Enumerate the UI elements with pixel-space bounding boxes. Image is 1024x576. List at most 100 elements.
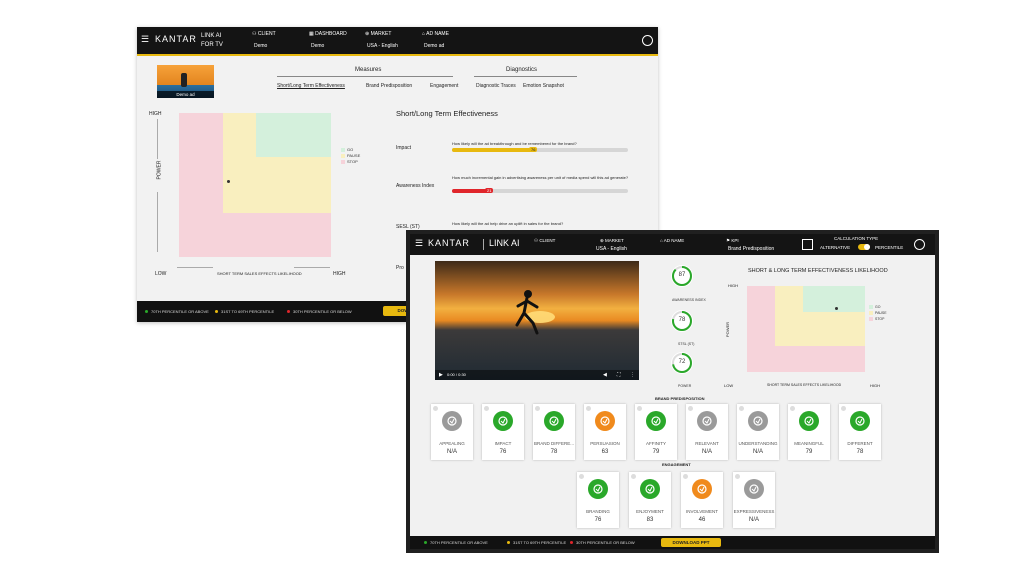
metric-awareness-value: 21 [485,188,494,193]
calculator-icon[interactable] [802,239,813,250]
brand-logo: KANTAR [155,34,197,44]
thumbnail-caption: Demo ad [157,91,214,98]
metric-card-impact[interactable]: IMPACT 76 [482,404,524,460]
metric-card-different[interactable]: DIFFERENT 78 [839,404,881,460]
more-options-icon[interactable] [642,35,653,46]
front-market-value: USA - English [596,246,627,252]
metric-card-relevant[interactable]: RELEVANT N/A [686,404,728,460]
green-dot [424,541,427,545]
info-icon[interactable] [637,406,642,411]
metric-card-label: UNDERSTANDING [738,441,778,446]
metric-sesl-question: How likely will the ad help drive an upl… [452,221,564,226]
download-ppt-button[interactable]: DOWNLOAD PPT [661,538,721,547]
tag-icon: ⌂ [660,238,663,243]
client-value: Demo [254,43,268,49]
fullscreen-icon[interactable]: ⛶ [617,372,621,378]
dashboard-field[interactable]: ▦ DASHBOARD [309,31,347,38]
front-menu-icon[interactable]: ☰ [415,239,423,248]
metric-card-meaningful[interactable]: MEANINGFUL 79 [788,404,830,460]
gauge-awareness-value: 87 [678,272,686,278]
calc-type-toggle[interactable] [858,244,870,250]
globe-icon: ⊕ [365,31,370,37]
metric-card-brand-differe[interactable]: BRAND DIFFERE... 78 [533,404,575,460]
metric-impact-value: 76 [529,147,538,152]
info-icon[interactable] [433,406,438,411]
metric-card-enjoyment[interactable]: ENJOYMENT 83 [629,472,671,528]
metric-card-value: 78 [856,449,864,455]
metric-card-value: 76 [499,449,507,455]
legend-go-swatch [341,147,345,152]
dashboard-value: Demo [311,43,325,49]
info-icon[interactable] [631,474,636,479]
involvement-icon-glyph [697,484,707,494]
x-axis-line-right [294,267,330,268]
affinity-icon-glyph [651,416,661,426]
info-icon[interactable] [484,406,489,411]
metric-card-label: PERSUASION [590,441,620,446]
toggle-knob [864,244,870,250]
expressiveness-icon [744,479,764,499]
tab-diagnostic-traces[interactable]: Diagnostic Traces [476,83,516,89]
info-icon[interactable] [586,406,591,411]
front-market-field[interactable]: ⊕ MARKET [600,237,624,244]
x-axis-title: SHORT TERM SALES EFFECTS LIKELIHOOD [217,271,302,276]
header-separator [483,239,484,250]
legend-pause-swatch [341,153,345,158]
ad-thumbnail[interactable]: Demo ad [157,65,214,98]
front-x-axis-title: SHORT TERM SALES EFFECTS LIKELIHOOD [767,383,842,387]
metric-card-understanding[interactable]: UNDERSTANDING N/A [737,404,779,460]
front-legend-stop: STOP [869,317,884,322]
info-icon[interactable] [688,406,693,411]
go-zone [256,113,331,157]
metric-card-involvement[interactable]: INVOLVEMENT 46 [681,472,723,528]
info-icon[interactable] [841,406,846,411]
front-legend-pause: PAUSE [869,311,887,316]
menu-icon[interactable]: ☰ [141,35,149,44]
market-field[interactable]: ⊕ MARKET [365,31,391,38]
gauge-power-value: 72 [678,359,686,365]
metric-card-value: 79 [805,449,813,455]
legend-pause-swatch [869,311,873,316]
tab-emotion-snapshot[interactable]: Emotion Snapshot [523,83,564,89]
front-more-options-icon[interactable] [914,239,925,250]
metric-card-label: EXPRESSIVENESS [733,509,775,514]
metric-card-expressiveness[interactable]: EXPRESSIVENESS N/A [733,472,775,528]
front-ad-name-label: AD NAME [663,238,685,243]
person-icon: ⚇ [534,238,539,243]
app-name-line1: LINK AI [201,33,222,39]
front-ad-name-field[interactable]: ⌂ AD NAME [660,237,684,244]
play-icon[interactable]: ▶ [439,372,443,378]
grid-icon: ▦ [309,31,314,37]
kpi-icon: ⚑ [726,238,731,243]
video-player[interactable]: ▶ 0:00 / 0:30 ◀ ⛶ ⋮ [435,261,639,380]
info-icon[interactable] [790,406,795,411]
understanding-icon [748,411,768,431]
metric-card-appealing[interactable]: APPEALING N/A [431,404,473,460]
footer-legend-green: 70TH PERCENTILE OR ABOVE [145,309,209,314]
runner-silhouette [181,73,187,87]
tab-engagement[interactable]: Engagement [430,83,458,89]
info-icon[interactable] [683,474,688,479]
front-client-field[interactable]: ⚇ CLIENT [534,237,555,244]
client-field[interactable]: ⚇ CLIENT [252,31,276,38]
video-menu-icon[interactable]: ⋮ [630,372,635,378]
volume-icon[interactable]: ◀ [603,372,607,378]
metric-card-label: DIFFERENT [847,441,873,446]
branding-icon [588,479,608,499]
front-kpi-field[interactable]: ⚑ KPI [726,237,739,244]
info-icon[interactable] [735,474,740,479]
brand-difference-icon [544,411,564,431]
relevant-icon [697,411,717,431]
metric-card-persuasion[interactable]: PERSUASION 63 [584,404,626,460]
ad-name-field[interactable]: ⌂ AD NAME [422,31,449,38]
info-icon[interactable] [535,406,540,411]
tab-short-long-term[interactable]: Short/Long Term Effectiveness [277,83,345,89]
metric-card-value: 46 [698,517,706,523]
legend-go-swatch [869,305,873,310]
info-icon[interactable] [739,406,744,411]
gauge-awareness-label: AWARENESS INDEX [672,298,706,302]
metric-card-branding[interactable]: BRANDING 76 [577,472,619,528]
tab-brand-predisposition[interactable]: Brand Predisposition [366,83,412,89]
metric-card-affinity[interactable]: AFFINITY 79 [635,404,677,460]
info-icon[interactable] [579,474,584,479]
